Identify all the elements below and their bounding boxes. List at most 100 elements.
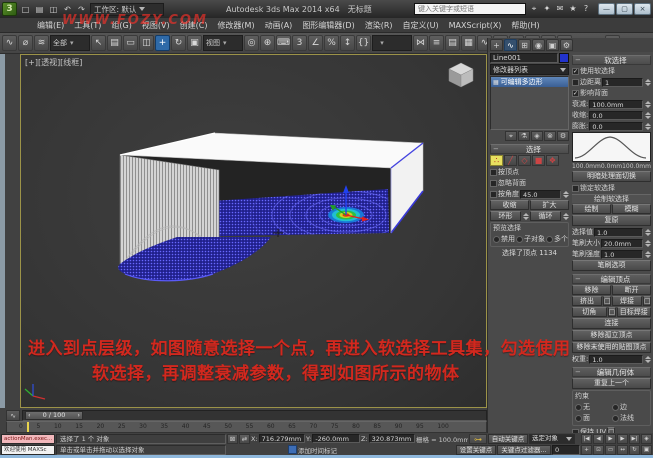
menu-item[interactable]: 渲染(R) <box>360 20 398 31</box>
percent-snap-icon[interactable]: % <box>324 35 339 51</box>
tab-utilities[interactable]: ⚙ <box>560 39 573 51</box>
pinch-field[interactable]: 0.0 <box>589 111 643 120</box>
weight-field[interactable]: 1.0 <box>589 355 643 364</box>
graphite-ribbon-icon[interactable]: ▦ <box>461 35 476 51</box>
constraint-radio[interactable]: 法线 <box>612 413 648 423</box>
use-soft-selection-checkbox[interactable]: ✓ <box>572 68 579 75</box>
menu-item[interactable]: 帮助(H) <box>506 20 544 31</box>
edge-distance-field[interactable]: 1 <box>602 78 643 87</box>
bubble-field[interactable]: 0.0 <box>589 122 643 131</box>
preview-radio[interactable]: 禁用 <box>493 234 515 244</box>
set-keys-button[interactable]: ⊶ <box>469 434 487 444</box>
selection-lock-icon[interactable]: ⊠ <box>227 434 238 444</box>
spinner-snap-icon[interactable]: ↕ <box>340 35 355 51</box>
communication-center-icon[interactable]: ✉ <box>554 3 566 15</box>
maxscript-macro-line[interactable]: actionMan.exec... <box>1 434 55 444</box>
remove-modifier-icon[interactable]: ⊗ <box>544 131 556 141</box>
tab-create[interactable]: + <box>490 39 503 51</box>
zoom-extents-icon[interactable]: ⊡ <box>593 445 604 455</box>
object-name-field[interactable]: Line001 <box>490 53 558 63</box>
chamfer-button[interactable]: 切角 <box>572 307 607 317</box>
weld-settings-button[interactable]: □ <box>643 296 651 306</box>
y-coordinate-field[interactable]: -260.0mm <box>312 434 360 443</box>
help-icon[interactable]: ? <box>580 3 592 15</box>
chamfer-settings-button[interactable]: □ <box>608 307 616 317</box>
auto-key-button[interactable]: 自动关键点 <box>488 434 528 444</box>
layer-manager-icon[interactable]: ▤ <box>445 35 460 51</box>
loop-spinner[interactable] <box>562 212 569 221</box>
previous-frame-button[interactable]: ◀ <box>593 434 604 444</box>
selection-value-field[interactable]: 1.0 <box>594 228 643 237</box>
select-and-manipulate-icon[interactable]: ⊕ <box>260 35 275 51</box>
preview-radio[interactable]: 多个 <box>546 234 568 244</box>
pin-stack-icon[interactable]: ⌖ <box>505 131 517 141</box>
unlink-selection-icon[interactable]: ⌀ <box>18 35 33 51</box>
next-frame-button[interactable]: ▶ <box>617 434 628 444</box>
by-vertex-checkbox[interactable] <box>490 169 497 176</box>
select-and-move-icon[interactable]: + <box>155 35 170 51</box>
use-pivot-center-icon[interactable]: ◎ <box>244 35 259 51</box>
save-file-icon[interactable]: ◫ <box>47 3 60 16</box>
favorites-icon[interactable]: ★ <box>567 3 579 15</box>
brush-strength-field[interactable]: 1.0 <box>601 250 643 259</box>
zoom-region-icon[interactable]: ▭ <box>605 445 616 455</box>
current-frame-marker[interactable] <box>27 422 29 432</box>
snap-toggle-3d-icon[interactable]: 3 <box>292 35 307 51</box>
repeat-last-button[interactable]: 重复上一个 <box>572 378 651 389</box>
rectangular-selection-icon[interactable]: ▭ <box>123 35 138 51</box>
break-button[interactable]: 断开 <box>612 285 651 295</box>
modifier-list-dropdown[interactable]: 修改器列表 <box>490 64 569 75</box>
search-go-icon[interactable]: ⌖ <box>528 3 540 15</box>
slider-prev-arrow[interactable]: ‹ <box>28 411 31 419</box>
selection-value-spinner[interactable] <box>644 228 651 237</box>
connect-button[interactable]: 连接 <box>572 318 651 329</box>
polygon-subobject-icon[interactable]: ■ <box>532 155 545 166</box>
selection-filter-dropdown[interactable]: 全部 <box>50 35 90 51</box>
tab-display[interactable]: ▣ <box>546 39 559 51</box>
configure-modifier-sets-icon[interactable]: ⚙ <box>557 131 569 141</box>
select-object-icon[interactable]: ↖ <box>91 35 106 51</box>
time-slider[interactable]: ‹ 0 / 100 › <box>22 410 487 421</box>
key-filter-scope-dropdown[interactable]: 选定对象 <box>529 434 575 444</box>
maxscript-welcome-line[interactable]: 欢迎使用 MAXSc <box>1 445 55 455</box>
play-button[interactable]: ▶ <box>605 434 616 444</box>
angle-field[interactable]: 45.0 <box>520 190 561 199</box>
ring-button[interactable]: 环形 <box>490 211 521 221</box>
orbit-icon[interactable]: ↻ <box>629 445 640 455</box>
select-and-link-icon[interactable]: ∿ <box>2 35 17 51</box>
close-button[interactable]: × <box>634 3 651 15</box>
align-icon[interactable]: ≡ <box>429 35 444 51</box>
make-unique-icon[interactable]: ◈ <box>531 131 543 141</box>
key-mode-toggle-icon[interactable]: ◈ <box>641 434 652 444</box>
constraint-radio[interactable]: 无 <box>575 402 611 412</box>
absolute-offset-toggle-icon[interactable]: ⇄ <box>239 434 250 444</box>
tab-modify[interactable]: ∿ <box>504 39 517 51</box>
bind-to-space-warp-icon[interactable]: ≋ <box>34 35 49 51</box>
weight-spinner[interactable] <box>644 355 651 364</box>
ring-spinner[interactable] <box>522 212 529 221</box>
brush-strength-spinner[interactable] <box>644 250 651 259</box>
affect-backfacing-checkbox[interactable]: ✓ <box>572 90 579 97</box>
loop-button[interactable]: 循环 <box>530 211 561 221</box>
blur-button[interactable]: 模糊 <box>612 204 651 214</box>
falloff-spinner[interactable] <box>644 100 651 109</box>
by-angle-checkbox[interactable] <box>490 191 497 198</box>
menu-item[interactable]: 动画(A) <box>260 20 298 31</box>
maximize-viewport-icon[interactable]: ▣ <box>641 445 652 455</box>
key-filters-button[interactable]: 关键点过滤器... <box>497 445 551 455</box>
brush-options-button[interactable]: 笔刷选项 <box>572 260 651 271</box>
edge-distance-spinner[interactable] <box>644 78 651 87</box>
pinch-spinner[interactable] <box>644 111 651 120</box>
remove-unused-map-verts-button[interactable]: 移除未使用的贴图顶点 <box>572 342 651 353</box>
new-file-icon[interactable]: □ <box>19 3 32 16</box>
rollout-selection[interactable]: − 选择 <box>490 144 569 154</box>
go-to-start-button[interactable]: |◀ <box>581 434 592 444</box>
rollout-soft-selection[interactable]: − 软选择 <box>572 55 651 65</box>
shrink-button[interactable]: 收缩 <box>490 200 529 210</box>
object-color-swatch[interactable] <box>559 53 569 63</box>
brush-size-spinner[interactable] <box>644 239 651 248</box>
mirror-icon[interactable]: ⋈ <box>413 35 428 51</box>
brush-size-field[interactable]: 20.0mm <box>601 239 643 248</box>
z-coordinate-field[interactable]: 320.873mm <box>369 434 415 443</box>
preview-radio[interactable]: 子对象 <box>516 234 545 244</box>
